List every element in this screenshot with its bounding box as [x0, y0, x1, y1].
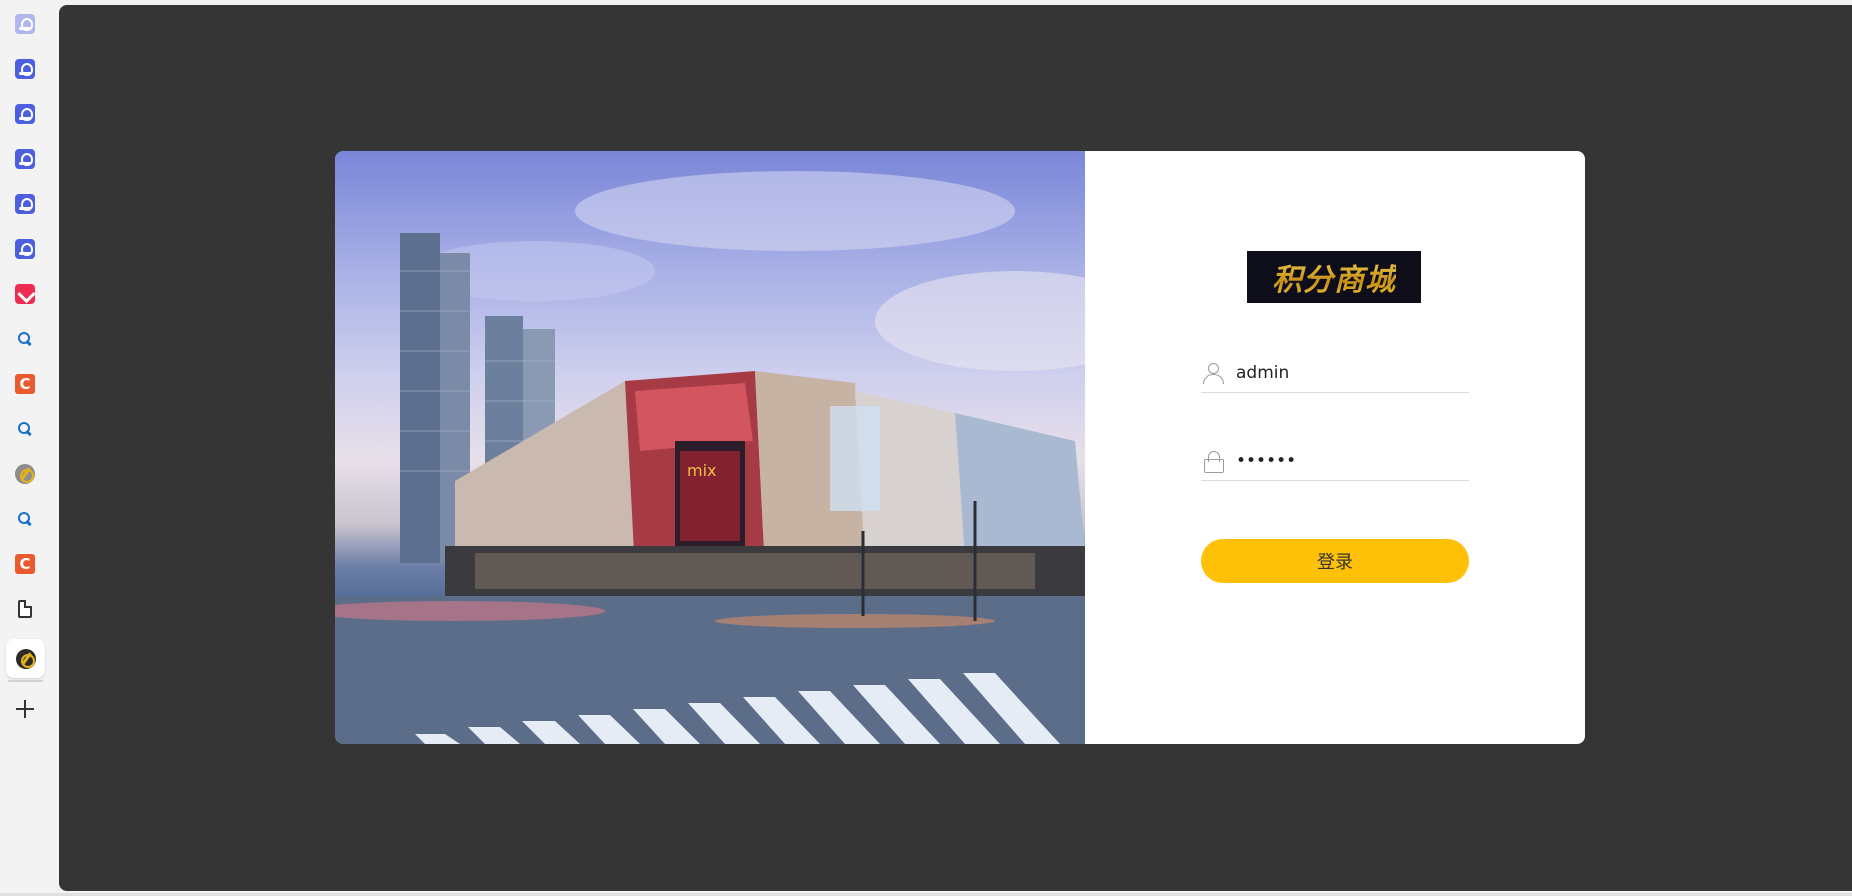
qq-app-icon — [15, 14, 35, 34]
sidebar-app-1[interactable] — [11, 10, 39, 38]
qq-app-icon — [15, 59, 35, 79]
sidebar-app-14[interactable] — [11, 595, 39, 623]
login-panel: 积分商城 登录 — [1085, 151, 1585, 744]
plus-icon — [15, 699, 35, 719]
sidebar-app-11[interactable] — [11, 460, 39, 488]
sidebar-app-3[interactable] — [11, 100, 39, 128]
password-field[interactable] — [1201, 441, 1469, 481]
logo-text: 积分商城 — [1272, 255, 1396, 299]
sidebar-app-6[interactable] — [11, 235, 39, 263]
svg-text:mix: mix — [687, 461, 717, 480]
sidebar-app-10[interactable] — [11, 415, 39, 443]
login-card: mix 积分商城 admin •••••• 登录 — [335, 151, 1585, 744]
add-app-button[interactable] — [11, 695, 39, 723]
bolt-app-icon — [15, 648, 36, 669]
mall-photo: mix — [335, 151, 1085, 744]
sidebar-app-13[interactable]: C — [11, 550, 39, 578]
lock-icon — [1202, 450, 1224, 473]
qq-app-icon — [15, 104, 35, 124]
sidebar-app-12[interactable] — [11, 505, 39, 533]
user-icon — [1202, 362, 1224, 384]
web-page: mix 积分商城 admin •••••• 登录 — [59, 5, 1852, 891]
search-app-icon — [16, 510, 34, 528]
sidebar-app-9[interactable]: C — [11, 370, 39, 398]
sidebar-app-2[interactable] — [11, 55, 39, 83]
qq-app-icon — [15, 239, 35, 259]
password-input[interactable] — [1236, 450, 1456, 471]
site-logo: 积分商城 — [1247, 251, 1421, 303]
search-app-icon — [16, 420, 34, 438]
c-app-icon: C — [15, 374, 35, 394]
qq-app-icon — [15, 194, 35, 214]
document-icon — [18, 600, 32, 618]
bolt-app-icon — [15, 464, 35, 484]
username-field[interactable] — [1201, 353, 1469, 393]
sidebar-app-5[interactable] — [11, 190, 39, 218]
sidebar-app-7[interactable] — [11, 280, 39, 308]
login-button[interactable]: 登录 — [1201, 539, 1469, 583]
heart-app-icon — [15, 284, 35, 304]
qq-app-icon — [15, 149, 35, 169]
search-app-icon — [16, 330, 34, 348]
browser-sidebar: C C — [0, 0, 58, 896]
sidebar-app-active[interactable] — [6, 639, 45, 682]
sidebar-app-4[interactable] — [11, 145, 39, 173]
mall-illustration: mix — [335, 171, 1085, 744]
username-input[interactable] — [1236, 362, 1456, 383]
c-app-icon: C — [15, 554, 35, 574]
sidebar-app-8[interactable] — [11, 325, 39, 353]
